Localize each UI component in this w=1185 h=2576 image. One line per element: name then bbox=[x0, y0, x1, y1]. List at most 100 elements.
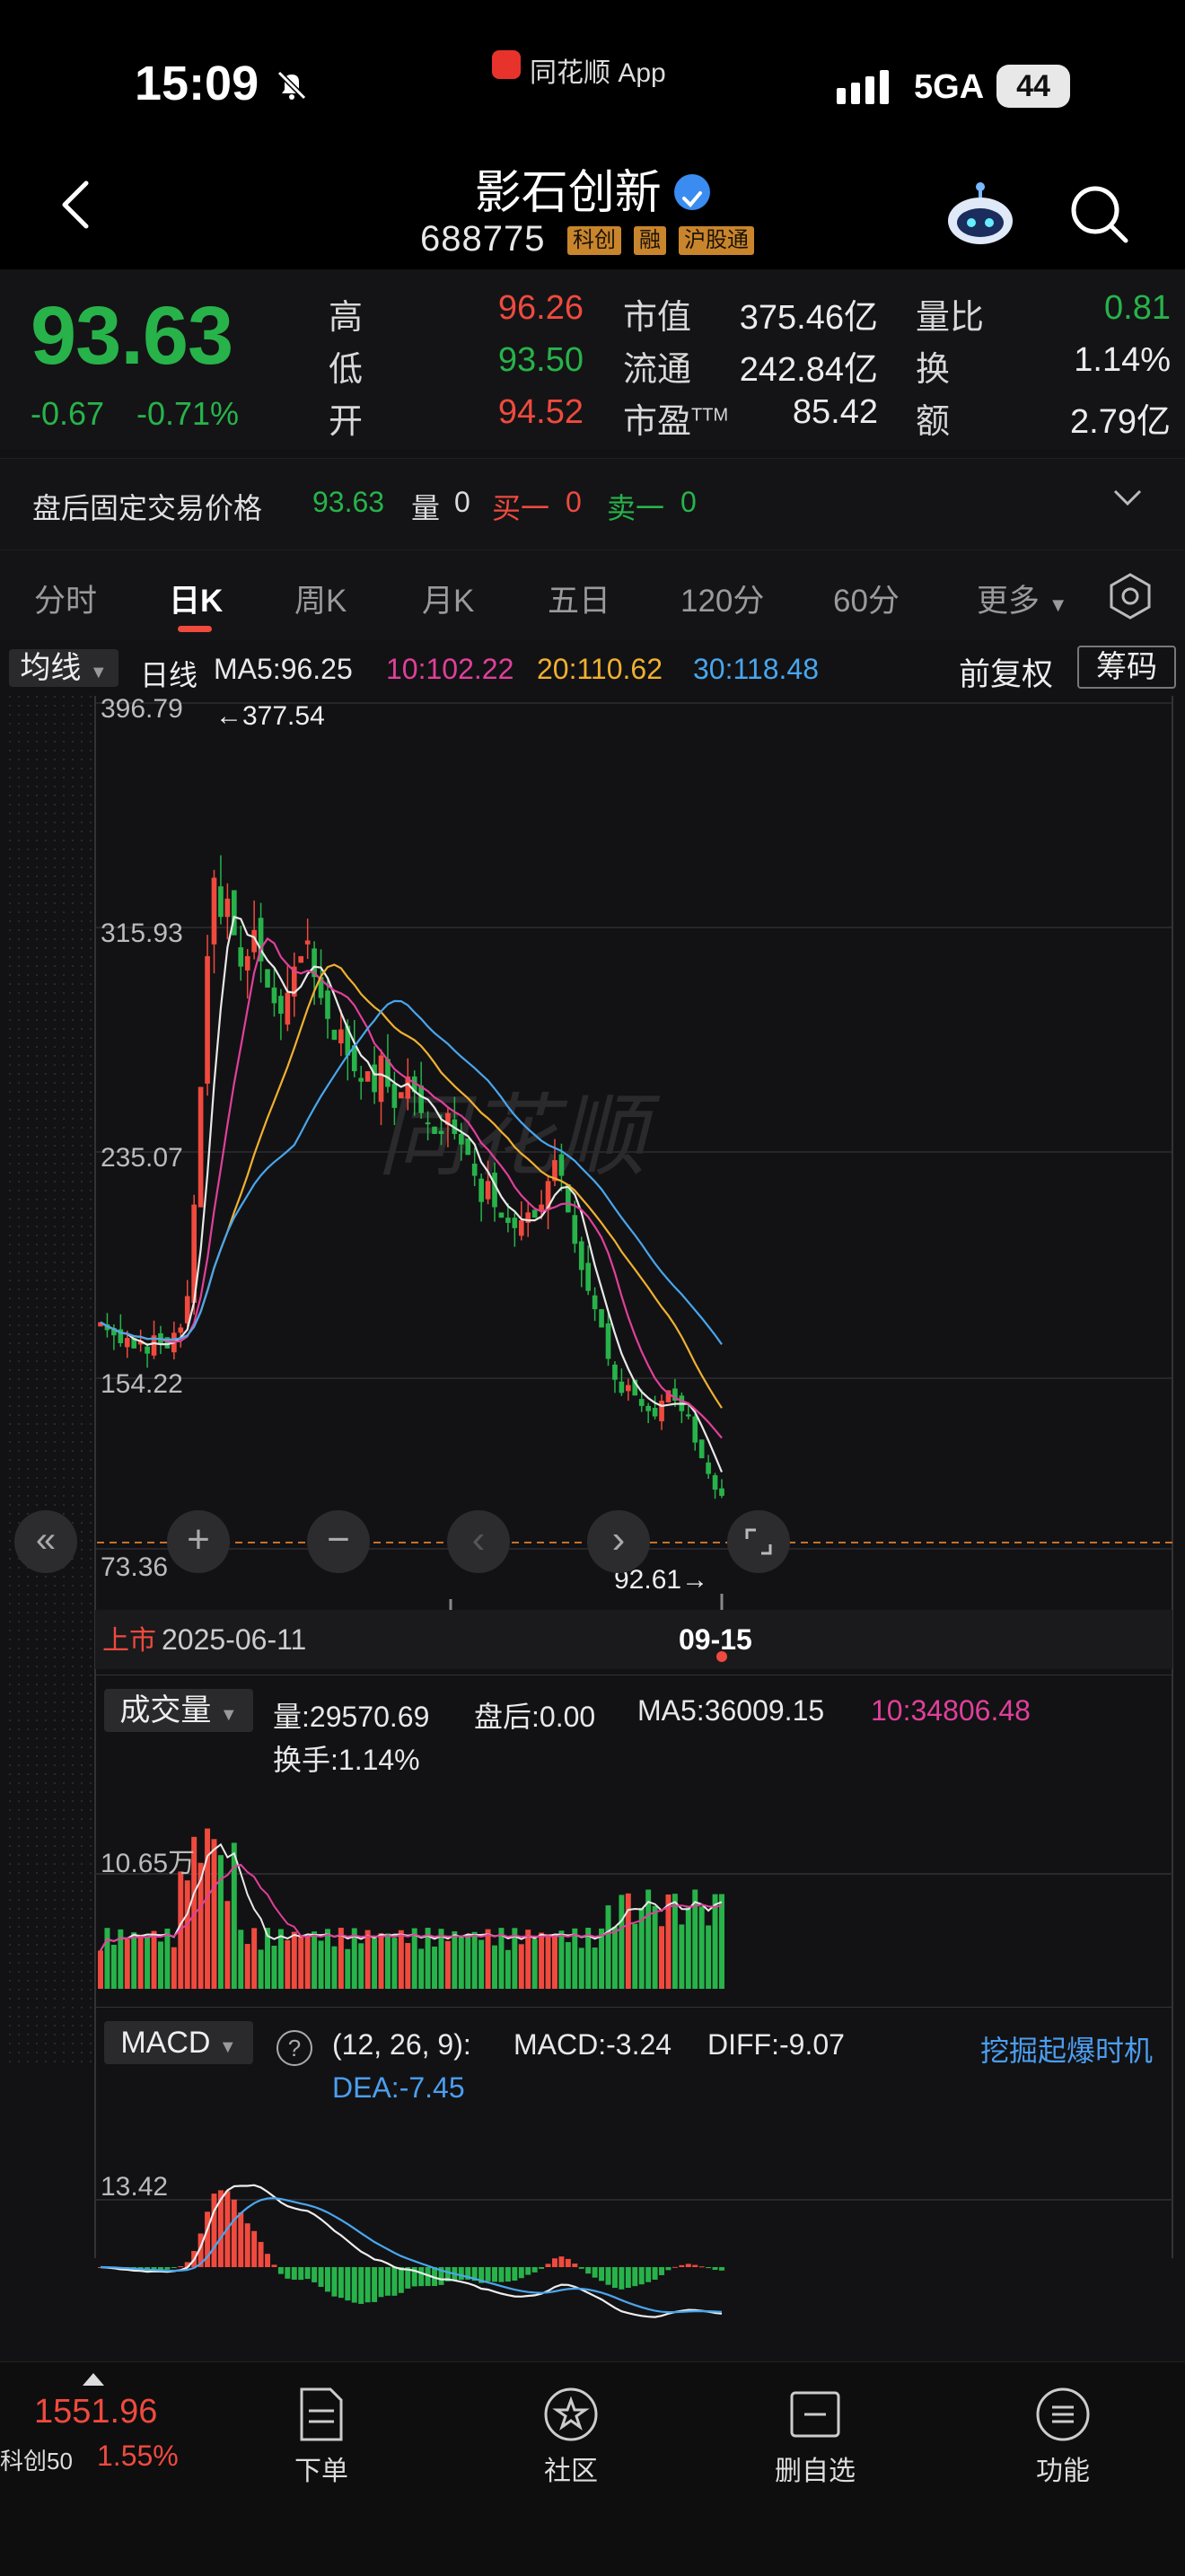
zoom-out-button[interactable]: − bbox=[307, 1510, 370, 1573]
caret-down-icon: ▼ bbox=[1048, 593, 1068, 616]
candle-body bbox=[492, 1173, 497, 1208]
macd-bar bbox=[645, 2267, 652, 2282]
dea-value: DEA:-7.45 bbox=[332, 2071, 465, 2104]
macd-bar bbox=[679, 2264, 685, 2267]
macd-bar bbox=[211, 2194, 217, 2267]
volume-bar bbox=[605, 1905, 611, 1989]
volume-bar bbox=[672, 1894, 678, 1989]
scroll-left-button[interactable]: « bbox=[14, 1510, 77, 1573]
remove-watchlist-button[interactable]: 删自选 bbox=[743, 2386, 887, 2488]
macd-bar bbox=[304, 2267, 311, 2280]
price-change-pct: -0.71% bbox=[136, 395, 240, 432]
volume-bar bbox=[418, 1948, 425, 1989]
search-icon[interactable] bbox=[1068, 183, 1131, 246]
tab-daily-k[interactable]: 日K bbox=[169, 576, 223, 621]
step-forward-button[interactable]: › bbox=[587, 1510, 650, 1573]
macd-bar bbox=[418, 2267, 425, 2287]
candle-body bbox=[592, 1295, 598, 1310]
volume-bar bbox=[492, 1945, 497, 1989]
macd-bar bbox=[391, 2267, 398, 2296]
volume-bar bbox=[405, 1943, 411, 1989]
macd-bar bbox=[351, 2267, 357, 2303]
volume-bar bbox=[505, 1949, 511, 1989]
order-button[interactable]: 下单 bbox=[250, 2386, 393, 2488]
index-value[interactable]: 1551.96 bbox=[34, 2393, 157, 2431]
after-hours-row[interactable]: 盘后固定交易价格 93.63 量 0 买一 0 卖一 0 bbox=[0, 458, 1185, 549]
low-label: 低 bbox=[329, 351, 364, 389]
candle-body bbox=[124, 1338, 130, 1348]
settings-hexagon-icon[interactable] bbox=[1106, 572, 1154, 620]
robot-assistant-icon[interactable] bbox=[944, 180, 1016, 251]
candle-body bbox=[512, 1218, 518, 1228]
macd-bar bbox=[338, 2267, 344, 2299]
candle-body bbox=[331, 1029, 338, 1041]
caret-down-icon: ▼ bbox=[218, 2037, 237, 2057]
candle-body bbox=[364, 1071, 371, 1082]
mute-bell-icon bbox=[275, 68, 309, 102]
macd-indicator-select[interactable]: MACD ▼ bbox=[104, 2021, 253, 2064]
macd-bar bbox=[251, 2230, 258, 2267]
tab-60min[interactable]: 60分 bbox=[833, 576, 900, 621]
remove-watchlist-label: 删自选 bbox=[775, 2457, 856, 2486]
macd-bar bbox=[706, 2267, 712, 2269]
after-hours-vol-label: 量 bbox=[411, 492, 441, 524]
step-back-button[interactable]: ‹ bbox=[447, 1510, 510, 1573]
tab-weekly-k[interactable]: 周K bbox=[294, 576, 347, 621]
function-button[interactable]: 功能 bbox=[991, 2386, 1135, 2488]
spacer bbox=[95, 2074, 1172, 2075]
volume-indicator-select[interactable]: 成交量 ▼ bbox=[104, 1689, 253, 1732]
volume-ma5: MA5:36009.15 bbox=[637, 1694, 825, 1727]
turnover-label: 换 bbox=[916, 351, 951, 389]
volume-indicator-label: 成交量 bbox=[119, 1693, 212, 1728]
macd-promo-link[interactable]: 挖掘起爆时机 bbox=[980, 2028, 1153, 2070]
zoom-in-button[interactable]: + bbox=[167, 1510, 230, 1573]
volume-bar bbox=[411, 1928, 417, 1989]
volume-bar bbox=[312, 1931, 318, 1989]
start-date: 2025-06-11 bbox=[162, 1623, 306, 1656]
status-time: 15:09 bbox=[135, 57, 259, 110]
candle-body bbox=[298, 955, 304, 963]
fullscreen-button[interactable] bbox=[727, 1510, 790, 1573]
candle-body bbox=[706, 1462, 711, 1474]
macd-bar bbox=[372, 2267, 378, 2302]
y-tick-4: 154.22 bbox=[101, 1369, 183, 1399]
volume-value: 量:29570.69 bbox=[273, 1701, 430, 1733]
tab-intraday[interactable]: 分时 bbox=[34, 576, 97, 621]
network-label: 5GA bbox=[914, 68, 985, 106]
volume-bar bbox=[217, 1855, 224, 1989]
volume-bar bbox=[345, 1948, 351, 1989]
volume-bar bbox=[659, 1926, 665, 1989]
candle-body bbox=[425, 1122, 431, 1125]
volume-bar bbox=[391, 1938, 398, 1989]
help-icon[interactable]: ? bbox=[276, 2030, 312, 2066]
tab-120min[interactable]: 120分 bbox=[680, 576, 764, 621]
volume-bar bbox=[712, 1894, 718, 1989]
candle-body bbox=[585, 1262, 592, 1291]
index-name: 科创50 bbox=[0, 2448, 73, 2475]
tab-more[interactable]: 更多 ▼ bbox=[977, 576, 1068, 621]
amount-value: 2.79亿 bbox=[1070, 403, 1171, 441]
macd-bar bbox=[505, 2267, 511, 2282]
candle-body bbox=[485, 1181, 491, 1200]
macd-bar bbox=[492, 2267, 497, 2282]
tab-monthly-k[interactable]: 月K bbox=[422, 576, 474, 621]
macd-bar bbox=[585, 2267, 592, 2274]
volume-bar bbox=[558, 1930, 565, 1989]
chevron-down-icon[interactable] bbox=[1110, 479, 1146, 514]
macd-bar bbox=[312, 2267, 318, 2282]
macd-bar bbox=[625, 2267, 631, 2289]
stock-name: 影石创新 bbox=[474, 167, 662, 219]
float-cap-value: 242.84亿 bbox=[739, 351, 878, 389]
market-cap-label: 市值 bbox=[623, 299, 692, 337]
volume-bar bbox=[285, 1939, 291, 1989]
volume-bar bbox=[244, 1943, 250, 1989]
volume-bar bbox=[164, 1928, 171, 1989]
volume-bar bbox=[452, 1930, 458, 1989]
candle-body bbox=[218, 886, 224, 918]
buy1-value: 0 bbox=[566, 486, 582, 518]
community-button[interactable]: 社区 bbox=[499, 2386, 643, 2488]
candle-body bbox=[612, 1364, 618, 1380]
candle-body bbox=[432, 1126, 437, 1134]
candle-body bbox=[418, 1086, 424, 1113]
tab-five-day[interactable]: 五日 bbox=[548, 576, 610, 621]
